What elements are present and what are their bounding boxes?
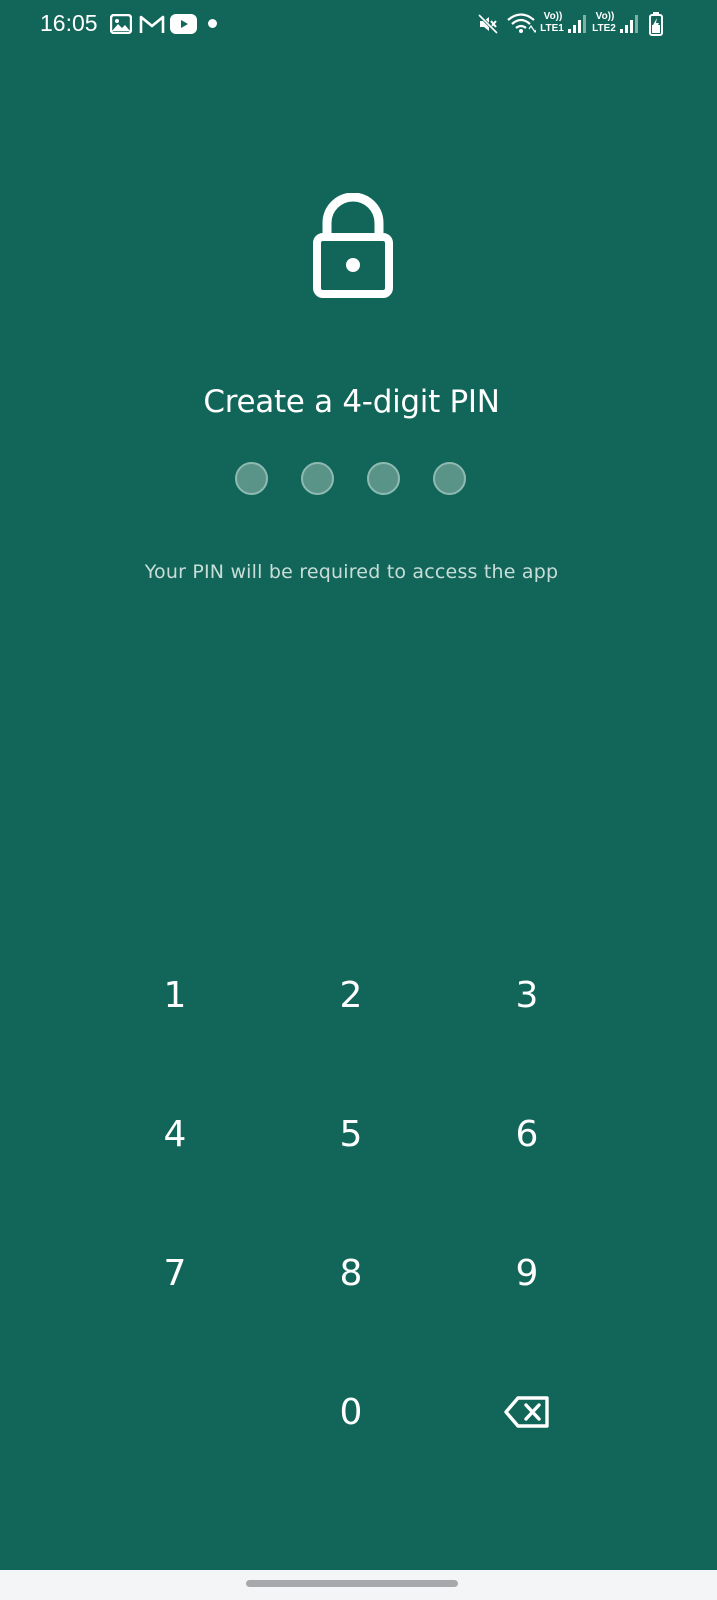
pin-hint: Your PIN will be required to access the …: [144, 561, 559, 583]
youtube-icon: [170, 14, 197, 34]
lte-sim1-label: LTE1: [540, 23, 564, 34]
key-6[interactable]: 6: [447, 1079, 607, 1189]
volte-sim2-label: Vo)): [595, 11, 615, 22]
backspace-button[interactable]: [447, 1357, 607, 1467]
gmail-icon: [139, 15, 165, 33]
navigation-bar: [0, 1570, 717, 1600]
battery-charging-icon: [649, 12, 663, 36]
signal-sim2-icon: [620, 15, 638, 33]
status-time: 16:05: [40, 10, 98, 36]
volte-sim1-label: Vo)): [543, 11, 563, 22]
mute-icon: [478, 14, 498, 34]
lte-sim2-label: LTE2: [592, 23, 616, 34]
pin-dot-2: [301, 462, 334, 495]
signal-sim1-icon: [568, 15, 586, 33]
lock-icon: [313, 193, 393, 298]
more-notifications-dot-icon: [208, 19, 217, 28]
pin-dot-3: [367, 462, 400, 495]
key-3[interactable]: 3: [447, 940, 607, 1050]
status-bar: 16:05 Vo)) LTE1 Vo)) LTE2: [0, 0, 717, 50]
key-9[interactable]: 9: [447, 1218, 607, 1328]
key-2[interactable]: 2: [271, 940, 431, 1050]
key-0[interactable]: 0: [271, 1357, 431, 1467]
backspace-icon: [504, 1396, 549, 1428]
pin-setup-screen: 16:05 Vo)) LTE1 Vo)) LTE2 Create a 4-dig…: [0, 0, 717, 1570]
key-5[interactable]: 5: [271, 1079, 431, 1189]
gesture-handle[interactable]: [246, 1580, 458, 1587]
key-7[interactable]: 7: [95, 1218, 255, 1328]
key-8[interactable]: 8: [271, 1218, 431, 1328]
gallery-icon: [110, 14, 132, 34]
pin-dot-4: [433, 462, 466, 495]
key-4[interactable]: 4: [95, 1079, 255, 1189]
key-1[interactable]: 1: [95, 940, 255, 1050]
page-title: Create a 4-digit PIN: [203, 384, 500, 420]
wifi-icon: [507, 13, 536, 34]
pin-dot-1: [235, 462, 268, 495]
